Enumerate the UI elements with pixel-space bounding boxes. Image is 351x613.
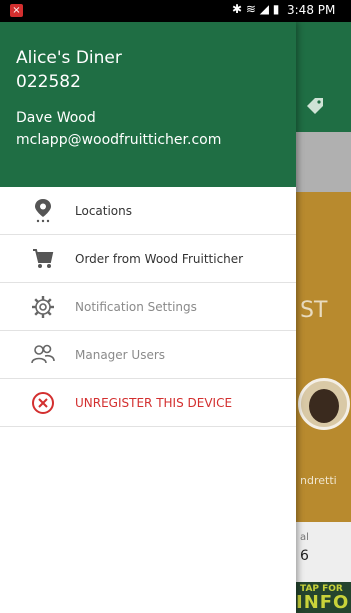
background-partial-label: al xyxy=(300,532,309,543)
business-name: Alice's Diner xyxy=(16,48,122,68)
avatar-face xyxy=(309,389,339,423)
menu-item-label: Manager Users xyxy=(75,347,166,362)
menu-item-label: UNREGISTER THIS DEVICE xyxy=(75,395,233,410)
drawer-header: Alice's Diner 022582 Dave Wood mclapp@wo… xyxy=(0,22,296,187)
menu-item-locations[interactable]: Locations xyxy=(0,187,296,234)
business-id: 022582 xyxy=(16,72,81,92)
status-bar: × ✱ ≋ ◢ ▮ 3:48 PM xyxy=(0,0,351,22)
menu-item-label: Order from Wood Fruitticher xyxy=(75,251,244,266)
status-time: 3:48 PM xyxy=(287,3,336,17)
shopping-cart-icon xyxy=(30,246,56,272)
avatar xyxy=(298,378,350,430)
notification-icon: × xyxy=(10,4,23,17)
background-partial-value: 6 xyxy=(300,548,309,564)
background-partial-title: ST xyxy=(300,298,328,323)
user-email: mclapp@woodfruitticher.com xyxy=(16,132,222,148)
status-icons: ✱ ≋ ◢ ▮ xyxy=(232,2,280,16)
menu-item-label: Locations xyxy=(75,203,133,218)
divider xyxy=(0,426,296,427)
menu-item-label: Notification Settings xyxy=(75,299,197,314)
menu-item-notification-settings[interactable]: Notification Settings xyxy=(0,283,296,330)
tag-icon[interactable] xyxy=(305,96,327,118)
users-icon xyxy=(30,342,56,368)
user-name: Dave Wood xyxy=(16,110,96,126)
menu-item-manager-users[interactable]: Manager Users xyxy=(0,331,296,378)
menu-item-order[interactable]: Order from Wood Fruitticher xyxy=(0,235,296,282)
navigation-drawer: Alice's Diner 022582 Dave Wood mclapp@wo… xyxy=(0,22,296,613)
footer-info-text: INFO xyxy=(296,592,350,613)
map-pin-icon xyxy=(30,198,56,224)
close-circle-icon xyxy=(30,390,56,416)
drawer-menu: Locations Order from Wood Fruitticher No… xyxy=(0,187,296,427)
menu-item-unregister-device[interactable]: UNREGISTER THIS DEVICE xyxy=(0,379,296,426)
background-partial-name: ndretti xyxy=(300,474,337,487)
gear-icon xyxy=(30,294,56,320)
